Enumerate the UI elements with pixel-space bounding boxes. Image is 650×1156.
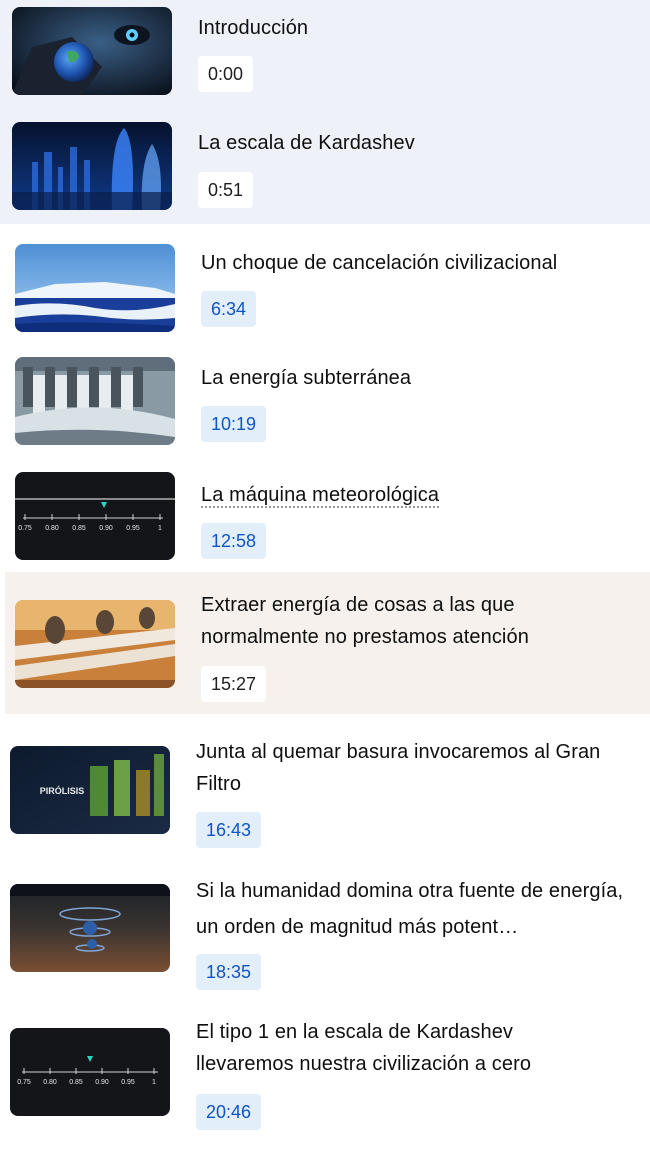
chapter-timestamp[interactable]: 6:34 bbox=[201, 291, 257, 327]
gauge-tick-label: 0.95 bbox=[121, 1079, 135, 1086]
chapter-timestamp[interactable]: 0:00 bbox=[198, 56, 254, 92]
chapter-timestamp[interactable]: 16:43 bbox=[196, 812, 262, 848]
chapter-title: La escala de Kardashev bbox=[198, 132, 415, 154]
iceberg-ocean-thumbnail bbox=[15, 244, 175, 332]
chapter-timestamp[interactable]: 10:19 bbox=[201, 406, 267, 442]
chapter-item[interactable]: La energía subterránea 10:19 bbox=[0, 340, 650, 455]
chapter-title: La máquina meteorológica bbox=[201, 484, 440, 506]
pyrolysis-thumbnail: PIRÓLISIS bbox=[10, 746, 170, 834]
chapter-item[interactable]: PIRÓLISIS Junta al quemar basura invocar… bbox=[0, 714, 650, 856]
chapter-title: Un choque de cancelación civilizacional bbox=[201, 252, 558, 274]
chapter-item[interactable]: La escala de Kardashev 0:51 bbox=[0, 111, 650, 224]
spiral-orbit-thumbnail bbox=[10, 884, 170, 972]
chapter-timestamp[interactable]: 18:35 bbox=[196, 954, 262, 990]
chapter-title: Junta al quemar basura invocaremos al Gr… bbox=[196, 741, 601, 795]
scale-gauge-thumbnail: 0.75 0.80 0.85 0.90 0.95 1 bbox=[15, 472, 175, 560]
chapter-title: Si la humanidad domina otra fuente de en… bbox=[196, 880, 624, 938]
chapter-timestamp[interactable]: 0:51 bbox=[198, 172, 254, 208]
dam-thumbnail bbox=[15, 357, 175, 445]
classroom-thumbnail bbox=[15, 600, 175, 688]
gauge-tick-label: 1 bbox=[158, 525, 162, 532]
gauge-tick-label: 0.75 bbox=[18, 525, 32, 532]
gauge-tick-label: 0.85 bbox=[69, 1079, 83, 1086]
chapter-item[interactable]: 0.75 0.80 0.85 0.90 0.95 1 La máquina me… bbox=[0, 455, 650, 572]
chapter-timestamp[interactable]: 12:58 bbox=[201, 523, 267, 559]
gauge-tick-label: 1 bbox=[152, 1079, 156, 1086]
chapter-item[interactable]: Si la humanidad domina otra fuente de en… bbox=[0, 856, 650, 998]
chapter-item[interactable]: 0.75 0.80 0.85 0.90 0.95 1 El tipo 1 en … bbox=[0, 998, 650, 1156]
thumbnail-caption: PIRÓLISIS bbox=[40, 785, 85, 796]
chapter-item[interactable]: Extraer energía de cosas a las que norma… bbox=[5, 572, 650, 714]
chapter-item[interactable]: Introducción 0:00 bbox=[0, 0, 650, 111]
futuristic-city-thumbnail bbox=[12, 122, 172, 210]
chapter-title: Extraer energía de cosas a las que norma… bbox=[201, 594, 529, 648]
chapter-title: El tipo 1 en la escala de Kardashev llev… bbox=[196, 1021, 532, 1075]
gauge-tick-label: 0.95 bbox=[126, 525, 140, 532]
earth-in-hand-thumbnail bbox=[12, 7, 172, 95]
gauge-tick-label: 0.80 bbox=[45, 525, 59, 532]
gauge-tick-label: 0.90 bbox=[95, 1079, 109, 1086]
chapter-timestamp[interactable]: 20:46 bbox=[196, 1094, 262, 1130]
gauge-tick-label: 0.90 bbox=[99, 525, 113, 532]
gauge-tick-label: 0.85 bbox=[72, 525, 86, 532]
chapter-item[interactable]: Un choque de cancelación civilizacional … bbox=[0, 224, 650, 340]
chapter-title: Introducción bbox=[198, 17, 309, 39]
chapter-timestamp[interactable]: 15:27 bbox=[201, 666, 267, 702]
gauge-tick-label: 0.80 bbox=[43, 1079, 57, 1086]
gauge-tick-label: 0.75 bbox=[17, 1079, 31, 1086]
scale-gauge-thumbnail: 0.75 0.80 0.85 0.90 0.95 1 bbox=[10, 1028, 170, 1116]
chapter-title: La energía subterránea bbox=[201, 367, 412, 389]
